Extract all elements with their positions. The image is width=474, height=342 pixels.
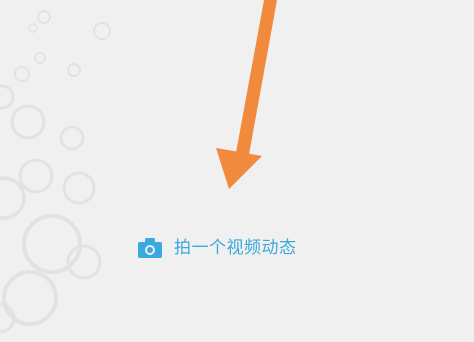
decorative-bubbles xyxy=(0,10,111,334)
arrow-head xyxy=(216,148,262,189)
empty-feed-screen: 拍一个视频动态 xyxy=(0,0,474,342)
arrow-shaft xyxy=(235,0,277,160)
annotation-arrow xyxy=(216,0,277,189)
camera-icon xyxy=(138,238,162,258)
shoot-video-label: 拍一个视频动态 xyxy=(174,238,297,258)
shoot-video-button[interactable]: 拍一个视频动态 xyxy=(134,232,303,264)
